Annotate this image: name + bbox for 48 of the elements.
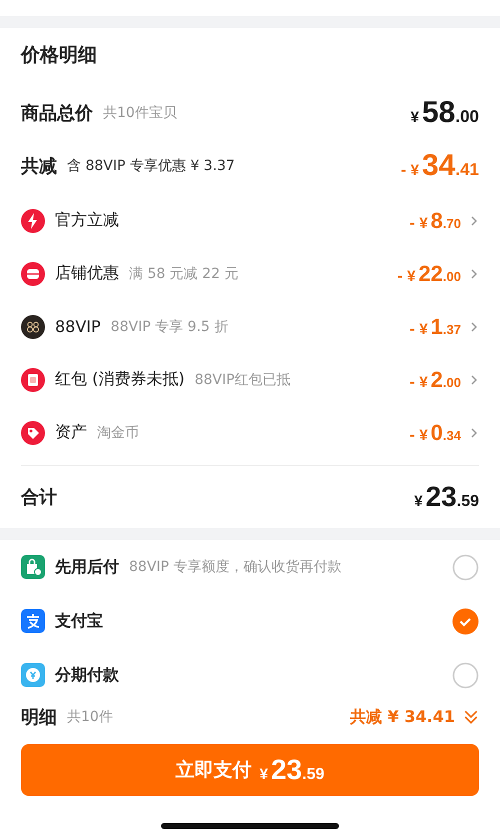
double-chevron-icon[interactable] bbox=[463, 709, 479, 725]
installment-icon bbox=[21, 663, 45, 687]
payment-note: 88VIP 专享额度，确认收货再付款 bbox=[129, 558, 342, 576]
discount-label: 官方立减 bbox=[55, 210, 119, 231]
discount-label: 资产 bbox=[55, 422, 87, 443]
alipay-icon bbox=[21, 609, 45, 633]
discount-label: 红包 (消费券未抵) bbox=[55, 369, 185, 390]
tag-icon bbox=[21, 420, 45, 444]
chevron-icon[interactable] bbox=[469, 426, 479, 438]
shopping-bag-icon bbox=[21, 555, 45, 579]
price: - ¥8.70 bbox=[410, 208, 461, 234]
chevron-icon[interactable] bbox=[469, 214, 479, 226]
payment-label: 分期付款 bbox=[55, 664, 119, 686]
row-label: 商品总价 bbox=[21, 102, 93, 125]
shop-icon bbox=[21, 262, 45, 286]
lightning-icon bbox=[21, 208, 45, 232]
envelope-icon bbox=[21, 368, 45, 392]
summary-label: 明细 bbox=[21, 706, 57, 729]
chevron-icon[interactable] bbox=[469, 268, 479, 280]
radio-button[interactable] bbox=[452, 554, 479, 580]
price: ¥23.59 bbox=[414, 481, 479, 513]
payment-label: 支付宝 bbox=[55, 610, 103, 632]
price: - ¥2.00 bbox=[410, 366, 461, 392]
price: ¥58.00 bbox=[410, 96, 479, 130]
discount-note: 淘金币 bbox=[97, 424, 139, 442]
chevron-icon[interactable] bbox=[469, 374, 479, 386]
price: - ¥0.34 bbox=[410, 420, 461, 446]
section-title: 价格明细 bbox=[21, 43, 98, 68]
row-label: 共减 bbox=[21, 155, 57, 178]
radio-button[interactable] bbox=[452, 608, 479, 634]
total-saving[interactable]: 共减 ¥ 34.41 bbox=[350, 706, 455, 728]
discount-label: 88VIP bbox=[55, 317, 101, 336]
discount-label: 店铺优惠 bbox=[55, 263, 119, 284]
price: - ¥1.37 bbox=[410, 314, 461, 340]
row-note: 含 88VIP 专享优惠 ¥ 3.37 bbox=[67, 157, 235, 175]
chevron-icon[interactable] bbox=[469, 320, 479, 332]
total-label: 合计 bbox=[21, 486, 57, 509]
price: - ¥34.41 bbox=[400, 149, 479, 183]
discount-note: 88VIP红包已抵 bbox=[194, 370, 291, 388]
summary-count: 共10件 bbox=[67, 708, 113, 726]
discount-note: 88VIP 专享 9.5 折 bbox=[110, 318, 228, 336]
payment-label: 先用后付 bbox=[55, 556, 119, 578]
item-count: 共10件宝贝 bbox=[103, 104, 177, 122]
discount-note: 满 58 元减 22 元 bbox=[129, 264, 238, 282]
radio-button[interactable] bbox=[452, 662, 479, 688]
price: - ¥22.00 bbox=[397, 260, 461, 286]
pay-button[interactable]: 立即支付 ¥23.59 bbox=[21, 744, 479, 796]
vip-badge-icon bbox=[21, 314, 45, 338]
